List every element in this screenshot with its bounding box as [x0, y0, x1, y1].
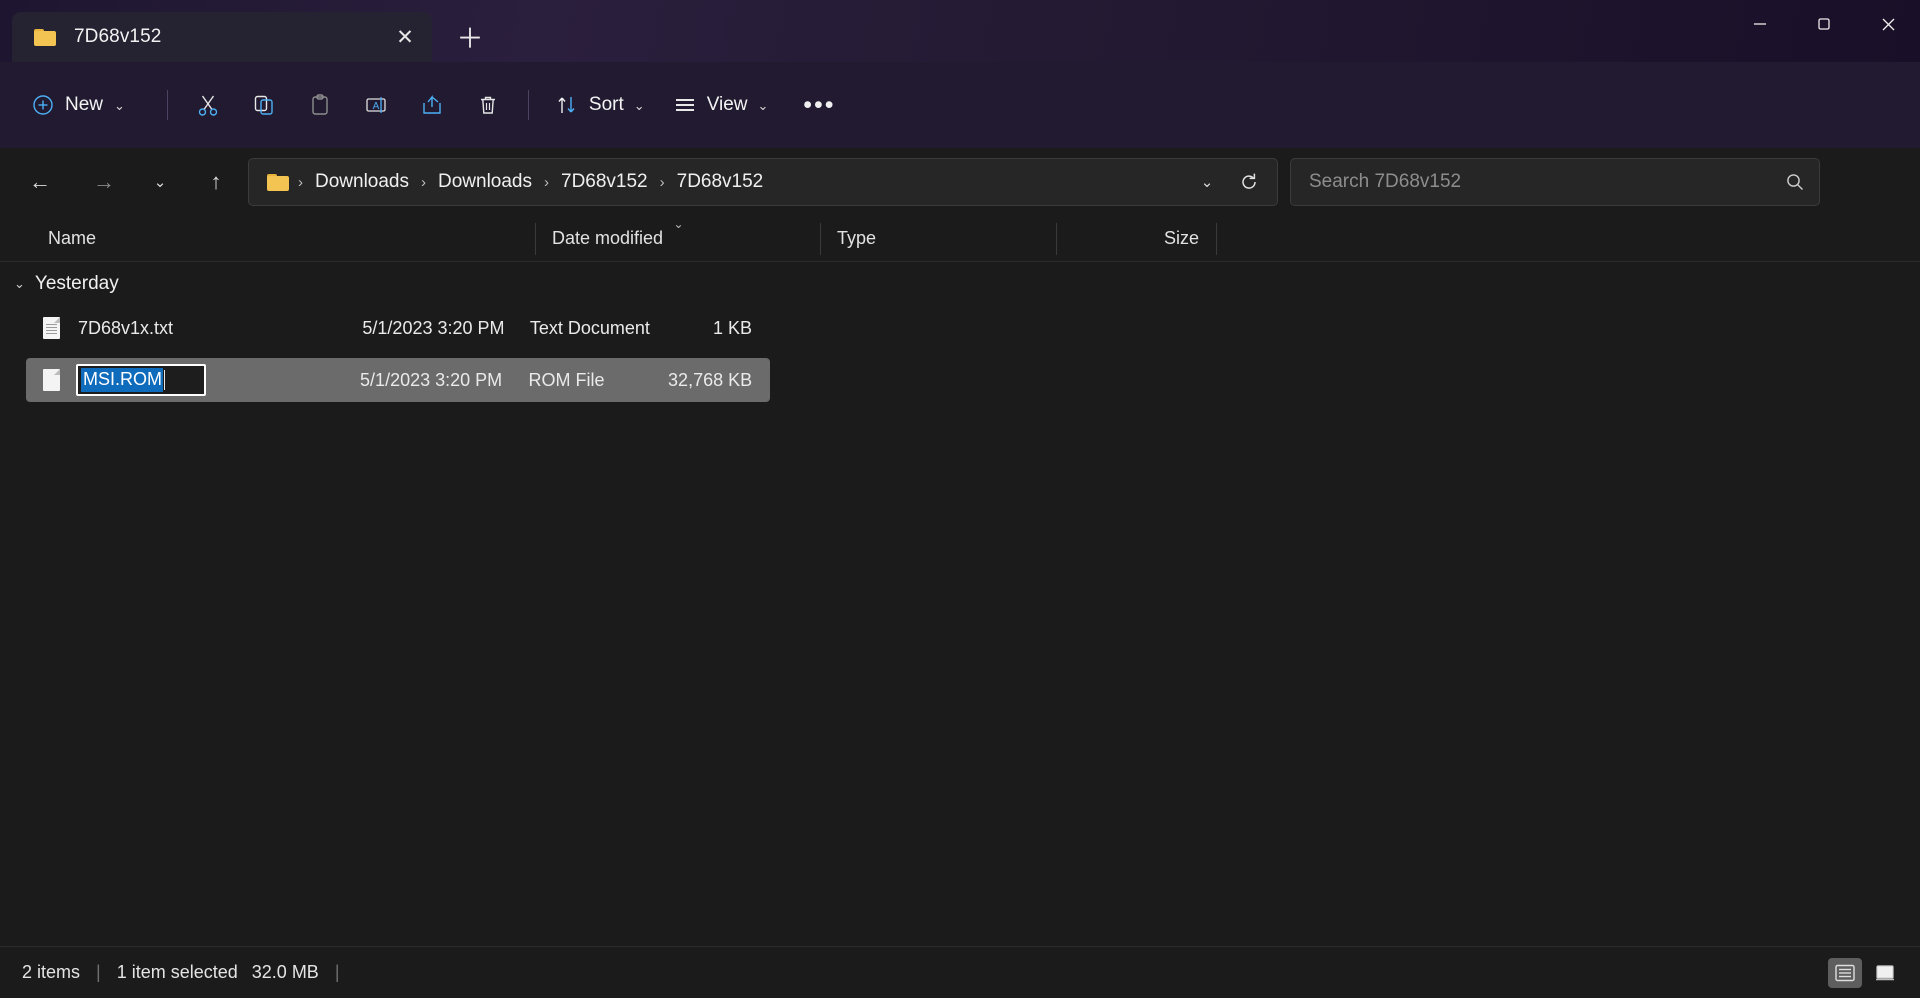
maximize-icon[interactable] — [1792, 0, 1856, 48]
column-divider[interactable] — [1216, 223, 1217, 255]
table-row[interactable]: 7D68v1x.txt 5/1/2023 3:20 PM Text Docume… — [26, 306, 770, 350]
address-bar-row: ← → ⌄ ↑ › Downloads › Downloads › 7D68v1… — [0, 148, 1920, 216]
large-icons-view-icon[interactable] — [1868, 958, 1902, 988]
rom-file-icon — [34, 369, 68, 391]
status-separator: | — [335, 962, 340, 983]
table-row[interactable]: MSI.ROM 5/1/2023 3:20 PM ROM File 32,768… — [26, 358, 770, 402]
breadcrumb-separator: › — [541, 174, 552, 191]
column-header-size[interactable]: Size — [1057, 216, 1217, 262]
tab-7d68v152[interactable]: 7D68v152 ✕ — [12, 12, 432, 62]
status-bar: 2 items | 1 item selected 32.0 MB | — [0, 946, 1920, 998]
file-type: Text Document — [530, 318, 669, 339]
rename-input[interactable]: MSI.ROM — [76, 364, 206, 396]
search-icon — [1785, 172, 1805, 192]
folder-icon — [267, 173, 289, 191]
breadcrumb[interactable]: › Downloads › Downloads › 7D68v152 › 7D6… — [248, 158, 1278, 206]
file-type: ROM File — [529, 370, 669, 391]
group-header-label: Yesterday — [35, 273, 119, 295]
chevron-down-icon[interactable]: ⌄ — [1187, 162, 1227, 202]
chevron-down-icon: ⌄ — [634, 98, 645, 114]
column-header-type[interactable]: Type — [821, 216, 1057, 262]
window-controls — [1728, 0, 1920, 48]
status-separator: | — [96, 962, 101, 983]
file-name: 7D68v1x.txt — [68, 318, 362, 339]
svg-text:A: A — [373, 101, 380, 112]
title-bar: 7D68v152 ✕ ＋ — [0, 0, 1920, 62]
cut-icon[interactable] — [180, 81, 236, 129]
search-input[interactable]: Search 7D68v152 — [1309, 171, 1785, 193]
file-list: ⌄ Yesterday 7D68v1x.txt 5/1/2023 3:20 PM… — [0, 262, 1920, 946]
refresh-icon[interactable] — [1227, 162, 1271, 202]
folder-icon — [34, 28, 56, 46]
file-name-rename-cell[interactable]: MSI.ROM — [68, 364, 360, 396]
new-tab-button[interactable]: ＋ — [448, 14, 492, 58]
recent-locations-icon[interactable]: ⌄ — [138, 160, 182, 204]
chevron-down-icon: ⌄ — [758, 98, 769, 114]
file-size: 1 KB — [669, 318, 770, 339]
view-label: View — [707, 94, 748, 116]
new-button[interactable]: New ⌄ — [18, 81, 141, 129]
breadcrumb-separator: › — [657, 174, 668, 191]
minimize-icon[interactable] — [1728, 0, 1792, 48]
status-item-count: 2 items — [22, 962, 80, 983]
file-size: 32,768 KB — [668, 370, 770, 391]
breadcrumb-item-1[interactable]: Downloads — [429, 166, 541, 198]
rename-selected-text: MSI.ROM — [81, 368, 163, 392]
sort-label: Sort — [589, 94, 624, 116]
breadcrumb-separator: › — [418, 174, 429, 191]
see-more-button[interactable]: ••• — [792, 81, 846, 129]
copy-icon[interactable] — [236, 81, 292, 129]
close-icon[interactable] — [1856, 0, 1920, 48]
chevron-down-icon[interactable]: ⌄ — [14, 276, 25, 292]
sort-arrows-icon — [555, 93, 579, 117]
breadcrumb-separator: › — [295, 174, 306, 191]
up-icon[interactable]: ↑ — [194, 160, 238, 204]
tab-strip: 7D68v152 ✕ ＋ — [0, 0, 492, 62]
column-header-row: Name ⌄ Date modified Type Size — [0, 216, 1920, 262]
command-bar: New ⌄ A — [0, 62, 1920, 148]
rename-icon[interactable]: A — [348, 81, 404, 129]
close-icon[interactable]: ✕ — [388, 20, 422, 54]
view-button[interactable]: View ⌄ — [659, 81, 783, 129]
new-button-label: New — [65, 94, 103, 116]
column-header-name[interactable]: Name — [0, 216, 536, 262]
toolbar-divider-2 — [528, 90, 529, 120]
sort-button[interactable]: Sort ⌄ — [541, 81, 659, 129]
file-date-modified: 5/1/2023 3:20 PM — [360, 370, 528, 391]
group-header-yesterday[interactable]: ⌄ Yesterday — [0, 262, 1920, 306]
text-document-icon — [34, 317, 68, 339]
delete-icon[interactable] — [460, 81, 516, 129]
forward-icon[interactable]: → — [82, 160, 126, 204]
file-date-modified: 5/1/2023 3:20 PM — [362, 318, 529, 339]
breadcrumb-item-0[interactable]: Downloads — [306, 166, 418, 198]
share-icon[interactable] — [404, 81, 460, 129]
column-header-date-modified[interactable]: ⌄ Date modified — [536, 216, 821, 262]
view-toggle-group — [1828, 958, 1902, 988]
status-selection-count: 1 item selected — [117, 962, 238, 983]
plus-circle-icon — [32, 94, 54, 116]
status-selection-size: 32.0 MB — [252, 962, 319, 983]
sort-descending-icon: ⌄ — [673, 217, 683, 231]
search-box[interactable]: Search 7D68v152 — [1290, 158, 1820, 206]
chevron-down-icon: ⌄ — [114, 98, 125, 114]
tab-title: 7D68v152 — [74, 26, 388, 48]
column-header-date-label: Date modified — [552, 228, 663, 249]
breadcrumb-item-2[interactable]: 7D68v152 — [552, 166, 657, 198]
text-caret — [164, 370, 165, 390]
column-header-size-label: Size — [1164, 228, 1199, 249]
breadcrumb-item-3[interactable]: 7D68v152 — [668, 166, 773, 198]
column-header-name-label: Name — [48, 228, 96, 249]
column-header-type-label: Type — [837, 228, 876, 249]
view-lines-icon — [673, 93, 697, 117]
paste-icon[interactable] — [292, 81, 348, 129]
details-view-icon[interactable] — [1828, 958, 1862, 988]
back-icon[interactable]: ← — [18, 160, 62, 204]
toolbar-divider — [167, 90, 168, 120]
